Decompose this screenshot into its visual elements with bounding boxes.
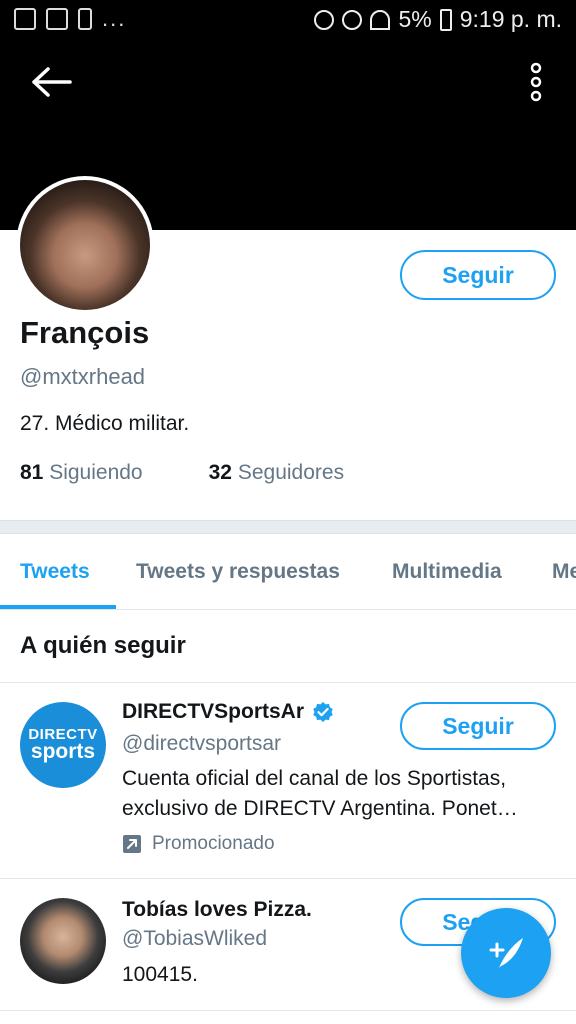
promoted-arrow-icon (123, 835, 141, 853)
mail-notification-icon (46, 8, 68, 30)
notification-icons: ... (14, 8, 126, 30)
gallery-notification-icon (14, 8, 36, 30)
tab-tweets[interactable]: Tweets (20, 560, 90, 584)
verified-badge-icon (313, 702, 333, 722)
follow-button[interactable]: Seguir (400, 250, 556, 300)
mute-icon (314, 9, 335, 30)
profile-display-name: François (20, 315, 150, 350)
compose-tweet-icon (489, 938, 523, 968)
suggestion-name[interactable]: Tobías loves Pizza. (122, 898, 312, 922)
section-divider (0, 520, 576, 534)
promoted-indicator: Promocionado (122, 833, 275, 855)
following-count: 81 (20, 461, 44, 484)
tab-tweets-replies[interactable]: Tweets y respuestas (136, 560, 340, 584)
following-stat[interactable]: 81 Siguiendo (20, 461, 143, 485)
suggestion-name-text: Tobías loves Pizza. (122, 898, 312, 921)
system-status: 5% 9:19 p. m. (314, 6, 562, 33)
suggestion-avatar-directv[interactable]: DIRECTV sports (20, 702, 106, 788)
suggestion-handle: @directvsportsar (122, 732, 282, 755)
active-tab-indicator (0, 605, 116, 609)
profile-handle: @mxtxrhead (20, 364, 146, 389)
followers-label: Seguidores (237, 461, 345, 484)
follow-button[interactable]: Seguir (400, 702, 556, 750)
status-bar: ... 5% 9:19 p. m. (0, 0, 576, 40)
divider (0, 1010, 576, 1011)
suggestion-description: Cuenta oficial del canal de los Sportist… (122, 764, 562, 824)
tab-likes[interactable]: Me (552, 560, 576, 584)
tab-media[interactable]: Multimedia (392, 560, 502, 584)
vertical-ellipsis-icon[interactable] (526, 62, 546, 102)
profile-bio: 27. Médico militar. (20, 412, 190, 435)
clock: 9:19 p. m. (459, 6, 562, 32)
divider (0, 878, 576, 879)
promoted-label: Promocionado (152, 833, 275, 854)
more-notifications-indicator: ... (102, 6, 127, 31)
wifi-icon (370, 9, 391, 30)
who-to-follow-title: A quién seguir (20, 632, 186, 659)
followers-count: 32 (208, 461, 232, 484)
avatar-photo (20, 180, 150, 310)
avatar-logo-text: sports (30, 740, 96, 763)
suggestion-avatar-tobias[interactable] (20, 898, 106, 984)
divider (0, 682, 576, 683)
suggestion-name[interactable]: DIRECTVSportsAr (122, 700, 334, 724)
battery-icon (439, 8, 452, 31)
description-line: exclusivo de DIRECTV Argentina. Ponet… (122, 797, 518, 820)
description-line: Cuenta oficial del canal de los Sportist… (122, 767, 507, 790)
followers-stat[interactable]: 32 Seguidores (209, 461, 344, 485)
following-label: Siguiendo (49, 461, 143, 484)
suggestion-handle: @TobiasWliked (122, 927, 268, 950)
profile-tabs: Tweets Tweets y respuestas Multimedia Me (0, 534, 576, 610)
suggestion-name-text: DIRECTVSportsAr (122, 700, 305, 723)
alarm-icon (342, 9, 363, 30)
profile-avatar[interactable] (16, 176, 154, 314)
arrow-left-icon[interactable] (30, 64, 74, 100)
alert-notification-icon (78, 8, 92, 30)
compose-tweet-button[interactable] (461, 908, 551, 998)
battery-percent: 5% (398, 6, 432, 32)
profile-stats: 81 Siguiendo 32 Seguidores (20, 461, 344, 485)
